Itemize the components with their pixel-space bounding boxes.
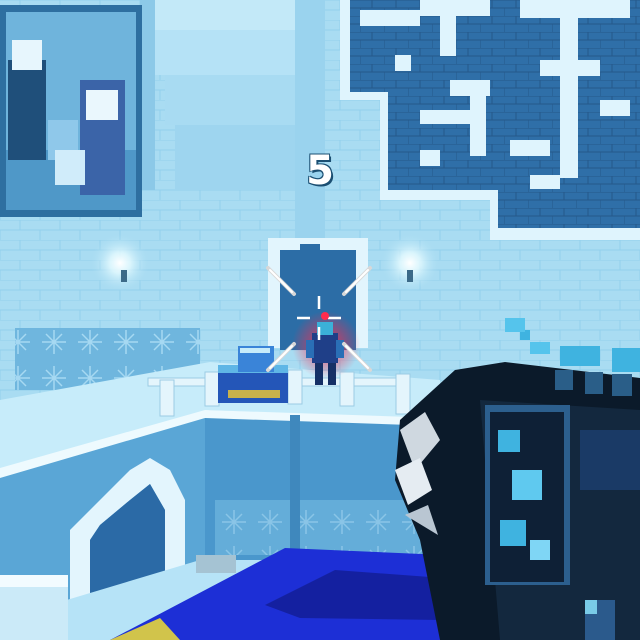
game-viewport[interactable]: 5 <box>0 0 640 640</box>
hud-counter: 5 <box>270 148 370 194</box>
wall-lamp-left <box>90 233 150 293</box>
wall-painting <box>0 5 142 217</box>
wall-lamp-right <box>380 233 440 293</box>
floor-debris <box>196 555 236 573</box>
game-scene <box>0 0 640 640</box>
enemy-head-marker <box>321 312 329 320</box>
